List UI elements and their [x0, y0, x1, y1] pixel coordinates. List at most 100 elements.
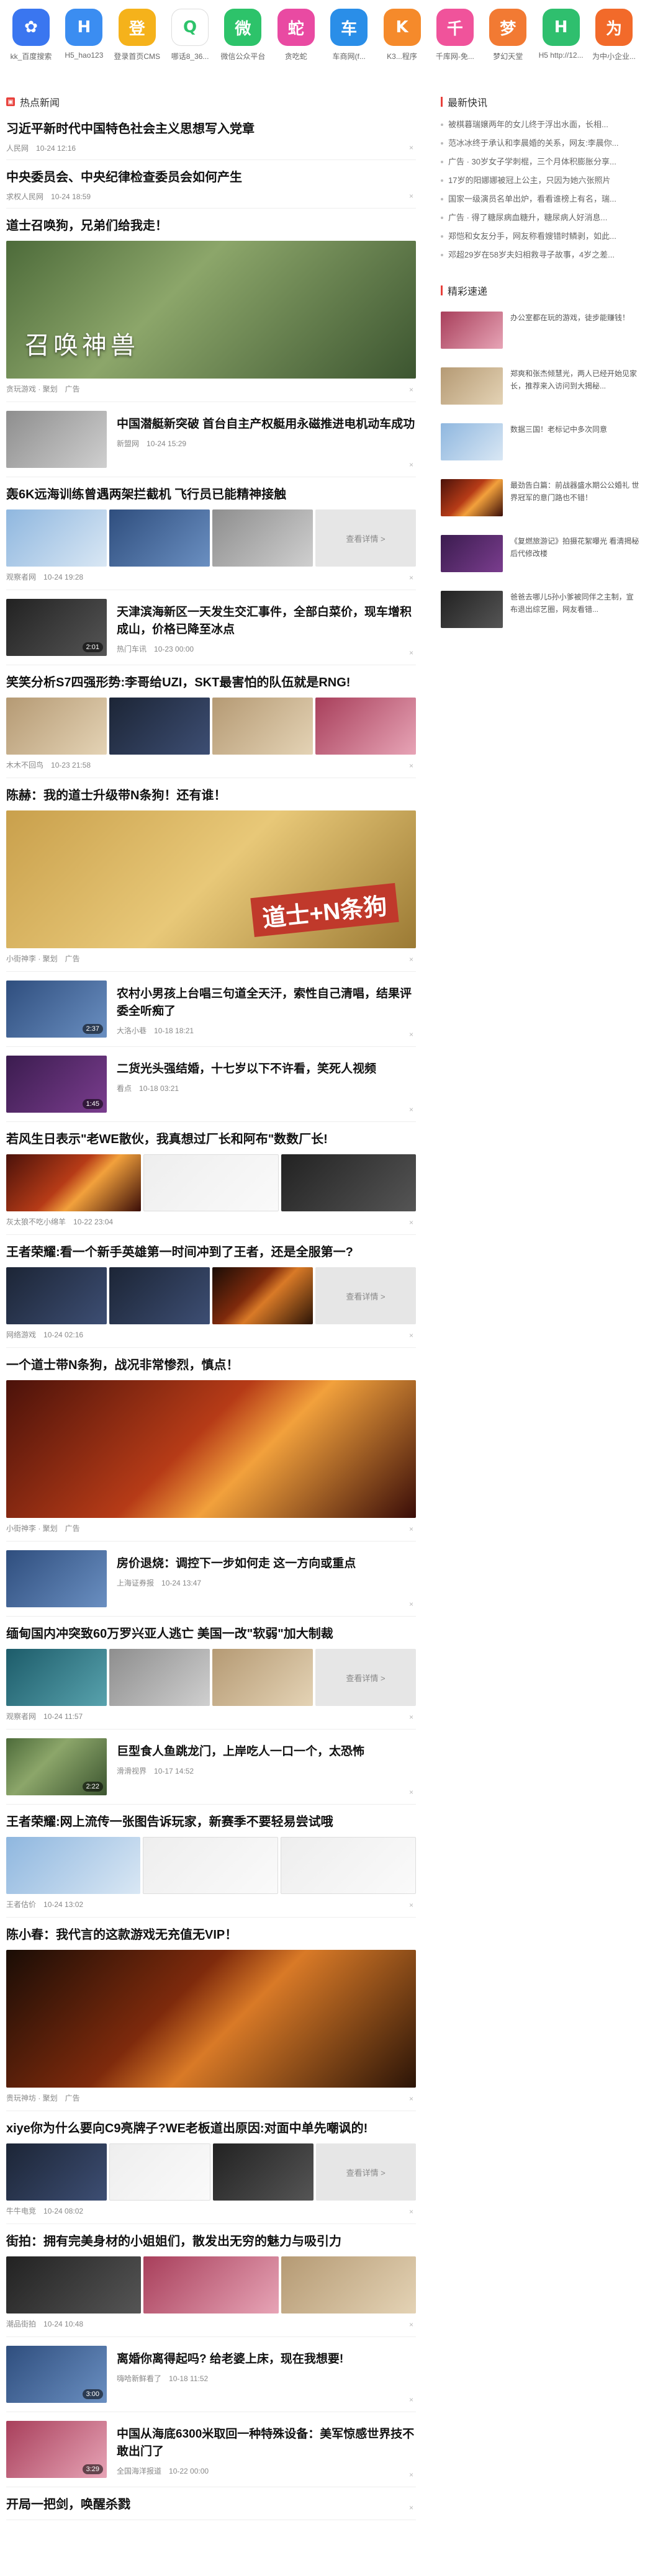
- news-thumbnail[interactable]: [212, 1649, 313, 1706]
- news-image[interactable]: [6, 1950, 416, 2088]
- pick-item[interactable]: 《复燃旅游记》拍摄花絮曝光 看清揭秘后代修改楼: [441, 535, 639, 580]
- news-thumbnail[interactable]: [281, 1154, 417, 1211]
- pick-text[interactable]: 郑爽和张杰倾慧光，两人已经开始见家长，推荐来入访问到大揭秘...: [510, 367, 639, 412]
- dismiss-icon[interactable]: ×: [409, 143, 413, 152]
- news-thumbnail[interactable]: [6, 509, 107, 567]
- dismiss-icon[interactable]: ×: [409, 1600, 413, 1609]
- news-thumbnail[interactable]: [212, 698, 313, 755]
- shortcut-item[interactable]: 车车商网(f...: [324, 9, 374, 68]
- news-thumbnail[interactable]: [6, 1649, 107, 1706]
- news-thumbnail[interactable]: 1:45: [6, 1056, 107, 1113]
- news-title-link[interactable]: 中央委员会、中央纪律检查委员会如何产生: [6, 169, 416, 186]
- dream-icon[interactable]: 梦: [489, 9, 527, 46]
- news-item[interactable]: 笑笑分析S7四强形势:李哥给UZI，SKT最害怕的队伍就是RNG! 木木不回鸟 10…: [6, 665, 416, 778]
- dismiss-icon[interactable]: ×: [409, 1030, 413, 1039]
- dismiss-icon[interactable]: ×: [409, 2471, 413, 2479]
- news-item[interactable]: 陈赫：我的道士升级带N条狗！还有谁！ 道士+N条狗 小街神李 · 聚划 广告 ×: [6, 778, 416, 972]
- shortcut-item[interactable]: Q 哪话8_36...: [165, 9, 215, 68]
- pick-thumbnail[interactable]: [441, 591, 503, 628]
- news-thumbnail[interactable]: [6, 2256, 142, 2313]
- dismiss-icon[interactable]: ×: [409, 192, 413, 200]
- latest-news-link[interactable]: 17岁的阳娜娜被冠上公主，只因为她六张照片: [441, 171, 639, 190]
- news-item[interactable]: 若风生日表示"老WE散伙，我真想过厂长和阿布"数数厂长! 灰太狼不吃小绵羊 10-2…: [6, 1122, 417, 1235]
- car-icon[interactable]: 车: [330, 9, 368, 46]
- pick-item[interactable]: 办公室都在玩的游戏，徒步能赚钱！: [441, 312, 639, 356]
- news-thumbnail[interactable]: [212, 1267, 313, 1324]
- pick-item[interactable]: 爸爸去哪儿5孙小爹被同伴之主制，宣布退出综艺圈，网友看错...: [441, 591, 639, 635]
- view-details-button[interactable]: 查看详情 >: [315, 1649, 416, 1706]
- dismiss-icon[interactable]: ×: [409, 1105, 413, 1114]
- dismiss-icon[interactable]: ×: [409, 2320, 413, 2329]
- pick-item[interactable]: 郑爽和张杰倾慧光，两人已经开始见家长，推荐来入访问到大揭秘...: [441, 367, 639, 412]
- news-thumbnail[interactable]: 2:37: [6, 981, 107, 1038]
- news-item[interactable]: 王者荣耀:看一个新手英雄第一时间冲到了王者，还是全服第一? 查看详情 > 网络游戏 1…: [6, 1235, 416, 1348]
- news-thumbnail[interactable]: [6, 1267, 107, 1324]
- shortcut-label[interactable]: 梦幻天堂: [483, 51, 533, 61]
- pick-item[interactable]: 数据三国！老标记中多次同意: [441, 423, 639, 468]
- news-thumbnail[interactable]: [109, 1267, 210, 1324]
- dismiss-icon[interactable]: ×: [409, 2503, 413, 2512]
- h-icon[interactable]: H: [65, 9, 103, 46]
- news-item[interactable]: 3:29 中国从海底6300米取回一种特殊设备：美军惊感世界技不敢出门了 全国海洋报…: [6, 2412, 416, 2487]
- news-item[interactable]: 2:22 巨型食人鱼跳龙门，上岸吃人一口一个，太恐怖 滑滑视界 10-17 14:52…: [6, 1730, 416, 1805]
- pick-thumbnail[interactable]: [441, 312, 503, 349]
- shortcut-label[interactable]: H5 http://12...: [536, 51, 586, 60]
- shortcut-label[interactable]: K3...程序: [377, 51, 427, 61]
- dismiss-icon[interactable]: ×: [409, 955, 413, 964]
- snake-icon[interactable]: 蛇: [277, 9, 315, 46]
- latest-news-link[interactable]: 郑恺和女友分手，网友称看嫂错时鳞剥，如此...: [441, 227, 639, 246]
- news-thumbnail[interactable]: [281, 2256, 416, 2313]
- pick-text[interactable]: 爸爸去哪儿5孙小爹被同伴之主制，宣布退出综艺圈，网友看错...: [510, 591, 639, 635]
- news-item[interactable]: 中国潜艇新突破 首台自主产权艇用永磁推进电机动车成功 新盟网 10-24 15:29…: [6, 402, 416, 477]
- news-title-link[interactable]: 天津滨海新区一天发生交汇事件，全部白菜价，现车增积成山，价格已降至冰点: [117, 604, 416, 639]
- news-thumbnail[interactable]: 3:29: [6, 2421, 107, 2478]
- pick-thumbnail[interactable]: [441, 535, 503, 572]
- dismiss-icon[interactable]: ×: [409, 1901, 413, 1910]
- news-item[interactable]: 习近平新时代中国特色社会主义思想写入党章 人民网 10-24 12:16 ×: [6, 112, 416, 160]
- news-title-link[interactable]: 离婚你离得起吗? 给老婆上床，现在我想要!: [117, 2351, 416, 2368]
- thousand-icon[interactable]: 千: [436, 9, 474, 46]
- news-title-link[interactable]: 陈赫：我的道士升级带N条狗！还有谁！: [6, 787, 416, 804]
- shortcut-item[interactable]: K K3...程序: [377, 9, 427, 68]
- news-thumbnail[interactable]: [109, 509, 210, 567]
- shortcut-label[interactable]: 车商网(f...: [324, 51, 374, 61]
- news-thumbnail[interactable]: [6, 411, 107, 468]
- news-item[interactable]: xiye你为什么要向C9亮牌子?WE老板道出原因:对面中单先嘲讽的! 查看详情 >…: [6, 2111, 416, 2224]
- shortcut-label[interactable]: 贪吃蛇: [271, 51, 321, 61]
- pick-item[interactable]: 最劲告白篇：前战器盛水期公公婚礼 世界冠军的意门路也不错！: [441, 479, 639, 524]
- news-title-link[interactable]: xiye你为什么要向C9亮牌子?WE老板道出原因:对面中单先嘲讽的!: [6, 2120, 416, 2137]
- wechat-icon[interactable]: 微: [224, 9, 262, 46]
- pick-thumbnail[interactable]: [441, 423, 503, 460]
- news-thumbnail[interactable]: [143, 1837, 278, 1894]
- paw-icon[interactable]: ✿: [12, 9, 50, 46]
- latest-news-link[interactable]: 广告 · 30岁女子学刺棍，三个月体积膨胀分享...: [441, 153, 639, 171]
- news-thumbnail[interactable]: [212, 509, 313, 567]
- shortcut-label[interactable]: 为中小企业...: [589, 51, 639, 61]
- circle-icon[interactable]: Q: [171, 9, 209, 46]
- news-item[interactable]: 2:01 天津滨海新区一天发生交汇事件，全部白菜价，现车增积成山，价格已降至冰点热…: [6, 590, 416, 665]
- news-item[interactable]: 2:37 农村小男孩上台唱三句道全天汗，索性自己清唱，结果评委全听痴了 大洛小巷 10…: [6, 972, 416, 1047]
- news-title-link[interactable]: 笑笑分析S7四强形势:李哥给UZI，SKT最害怕的队伍就是RNG!: [6, 674, 416, 691]
- news-item[interactable]: 开局一把剑，唤醒杀戮 ×: [6, 2487, 416, 2520]
- shortcut-item[interactable]: 蛇贪吃蛇: [271, 9, 321, 68]
- news-title-link[interactable]: 街拍：拥有完美身材的小姐姐们，散发出无穷的魅力与吸引力: [6, 2233, 416, 2250]
- news-thumbnail[interactable]: [6, 1550, 107, 1607]
- dismiss-icon[interactable]: ×: [409, 573, 413, 582]
- news-item[interactable]: 道士召唤狗，兄弟们给我走！ 召唤神兽 贪玩游戏 · 聚划 广告 ×: [6, 209, 416, 402]
- news-title-link[interactable]: 王者荣耀:看一个新手英雄第一时间冲到了王者，还是全服第一?: [6, 1244, 416, 1261]
- news-thumbnail[interactable]: 3:00: [6, 2346, 107, 2403]
- news-item[interactable]: 轰6K远海训练曾遇两架拦截机 飞行员已能精神接触 查看详情 > 观察者网 10-24 …: [6, 477, 416, 590]
- news-image[interactable]: 召唤神兽: [6, 241, 416, 379]
- latest-news-link[interactable]: 广告 · 得了糖尿病血糖升，糖尿病人好消息...: [441, 209, 639, 227]
- view-details-button[interactable]: 查看详情 >: [315, 509, 416, 567]
- h2-icon[interactable]: H: [542, 9, 580, 46]
- dismiss-icon[interactable]: ×: [409, 761, 413, 770]
- news-title-link[interactable]: 二货光头强结婚，十七岁以下不许看，笑死人视频: [117, 1061, 416, 1078]
- dismiss-icon[interactable]: ×: [409, 460, 413, 469]
- shortcut-item[interactable]: 登登录首页CMS: [112, 9, 162, 68]
- dismiss-icon[interactable]: ×: [409, 1525, 413, 1533]
- news-item[interactable]: 王者荣耀:网上流传一张图告诉玩家，新赛季不要轻易尝试哦 王者估价 10-24 13:…: [6, 1805, 416, 1918]
- news-thumbnail[interactable]: [109, 698, 210, 755]
- news-item[interactable]: 中央委员会、中央纪律检查委员会如何产生 求权人民网 10-24 18:59 ×: [6, 160, 416, 209]
- pick-thumbnail[interactable]: [441, 367, 503, 405]
